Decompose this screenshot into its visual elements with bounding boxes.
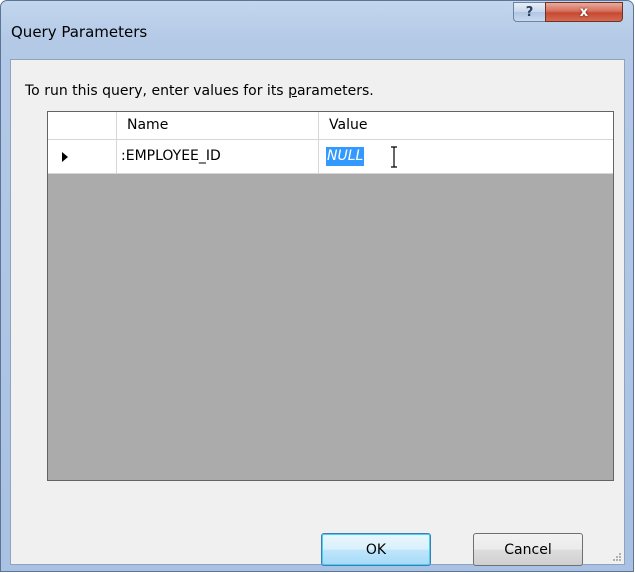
row-selector[interactable]: [48, 140, 117, 173]
parameter-name-cell[interactable]: :EMPLOYEE_ID: [117, 140, 319, 173]
value-text-selected[interactable]: NULL: [326, 147, 365, 166]
help-button[interactable]: ?: [513, 2, 545, 22]
parameters-grid[interactable]: Name Value :EMPLOYEE_ID NULL: [47, 111, 614, 481]
grid-header: Name Value: [48, 112, 613, 140]
row-header-corner: [48, 112, 117, 139]
instruction-text-start: To run this query, enter values for its: [25, 83, 289, 99]
cancel-button[interactable]: Cancel: [473, 533, 583, 566]
parameter-value-cell[interactable]: NULL: [319, 140, 613, 173]
access-key-letter: p: [288, 83, 297, 99]
instruction-text: To run this query, enter values for its …: [25, 83, 374, 99]
column-header-name[interactable]: Name: [117, 112, 319, 139]
table-row[interactable]: :EMPLOYEE_ID NULL: [48, 140, 613, 174]
question-mark-icon: ?: [525, 4, 534, 20]
column-header-value[interactable]: Value: [319, 112, 613, 139]
dialog-window: Query Parameters ? x To run this query, …: [0, 0, 634, 572]
close-button[interactable]: x: [545, 2, 623, 22]
ok-button[interactable]: OK: [321, 533, 431, 566]
current-row-arrow-icon: [62, 152, 68, 162]
dialog-title: Query Parameters: [11, 23, 148, 41]
text-cursor-icon: [391, 146, 397, 168]
instruction-text-end: arameters.: [296, 83, 374, 99]
dialog-body: To run this query, enter values for its …: [10, 59, 625, 566]
resize-grip-icon[interactable]: [612, 552, 622, 562]
close-icon: x: [579, 4, 589, 20]
